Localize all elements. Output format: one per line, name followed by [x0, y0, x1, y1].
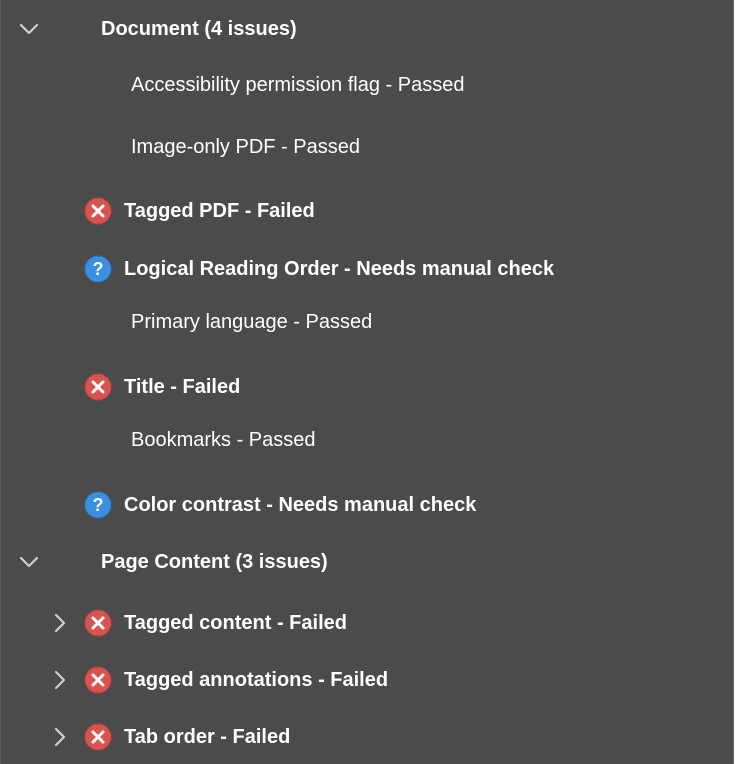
- list-item[interactable]: ? Logical Reading Order - Needs manual c…: [1, 249, 735, 289]
- item-label: Tagged PDF - Failed: [124, 200, 315, 222]
- failed-x-icon: [84, 723, 112, 751]
- failed-x-icon: [84, 197, 112, 225]
- failed-x-icon: [84, 666, 112, 694]
- list-item[interactable]: Title - Failed: [1, 367, 735, 407]
- item-label: Tagged annotations - Failed: [124, 669, 389, 691]
- chevron-right-icon[interactable]: [48, 611, 72, 635]
- section-title: Document (4 issues): [101, 18, 297, 40]
- section-header-document[interactable]: Document (4 issues): [1, 9, 735, 49]
- svg-text:?: ?: [93, 259, 104, 279]
- list-item[interactable]: Tagged annotations - Failed: [1, 660, 735, 700]
- list-item[interactable]: Primary language - Passed: [1, 302, 735, 342]
- item-label: Image-only PDF - Passed: [131, 136, 360, 158]
- item-label: Color contrast - Needs manual check: [124, 494, 477, 516]
- section-title: Page Content (3 issues): [101, 551, 328, 573]
- list-item[interactable]: Accessibility permission flag - Passed: [1, 65, 735, 105]
- chevron-down-icon[interactable]: [17, 550, 41, 574]
- question-mark-icon: ?: [84, 491, 112, 519]
- list-item[interactable]: Bookmarks - Passed: [1, 420, 735, 460]
- failed-x-icon: [84, 373, 112, 401]
- question-mark-icon: ?: [84, 255, 112, 283]
- svg-text:?: ?: [93, 495, 104, 515]
- list-item[interactable]: ? Color contrast - Needs manual check: [1, 485, 735, 525]
- item-label: Tagged content - Failed: [124, 612, 347, 634]
- section-header-page-content[interactable]: Page Content (3 issues): [1, 542, 735, 582]
- item-label: Primary language - Passed: [131, 311, 373, 333]
- failed-x-icon: [84, 609, 112, 637]
- item-label: Bookmarks - Passed: [131, 429, 316, 451]
- list-item[interactable]: Image-only PDF - Passed: [1, 127, 735, 167]
- list-item[interactable]: Tagged PDF - Failed: [1, 191, 735, 231]
- chevron-down-icon[interactable]: [17, 17, 41, 41]
- item-label: Tab order - Failed: [124, 726, 291, 748]
- chevron-right-icon[interactable]: [48, 668, 72, 692]
- item-label: Accessibility permission flag - Passed: [131, 74, 465, 96]
- chevron-right-icon[interactable]: [48, 725, 72, 749]
- list-item[interactable]: Tagged content - Failed: [1, 603, 735, 643]
- list-item[interactable]: Tab order - Failed: [1, 717, 735, 757]
- item-label: Title - Failed: [124, 376, 241, 398]
- item-label: Logical Reading Order - Needs manual che…: [124, 258, 555, 280]
- accessibility-checker-panel: Document (4 issues) Accessibility permis…: [0, 0, 734, 764]
